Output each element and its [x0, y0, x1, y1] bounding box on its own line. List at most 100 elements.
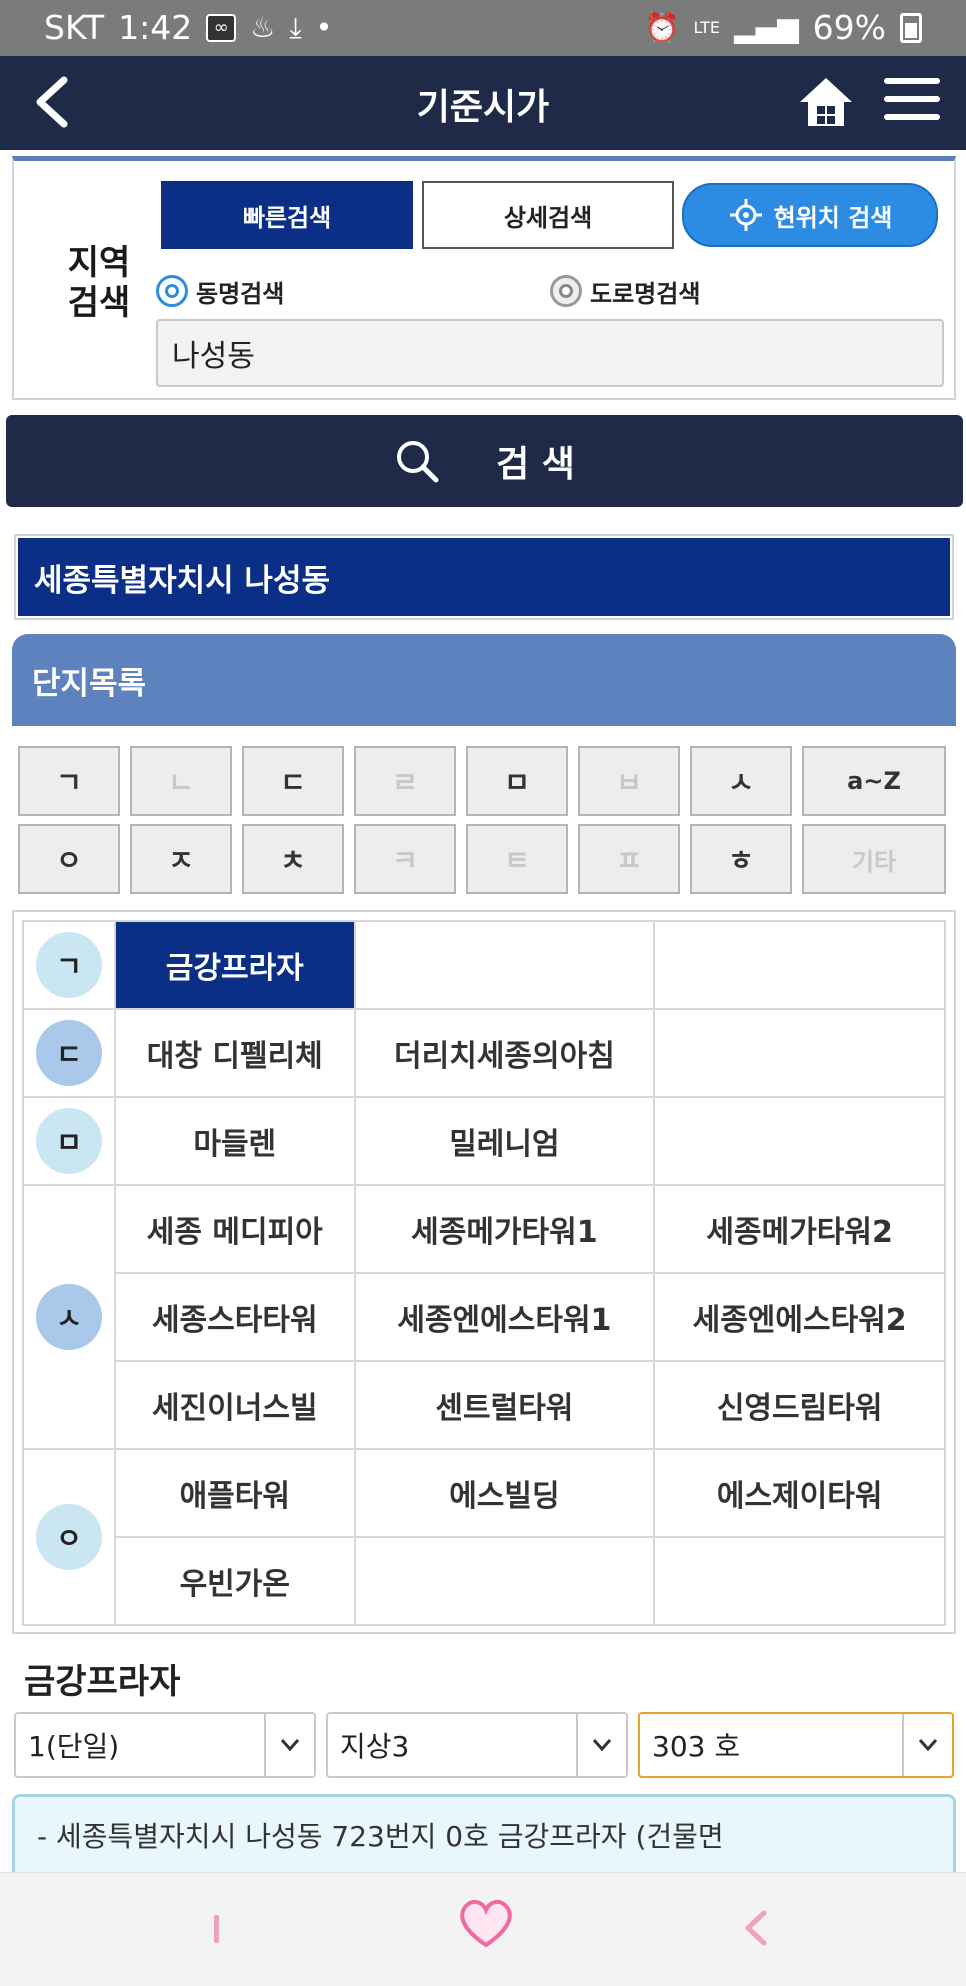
chevron-down-icon [902, 1714, 952, 1776]
key-bieup: ㅂ [578, 746, 680, 816]
complex-item[interactable]: 세종메가타워1 [353, 1184, 656, 1274]
heart-icon [460, 1899, 512, 1948]
home-icon [800, 78, 852, 126]
complex-item[interactable]: 밀레니엄 [353, 1096, 656, 1186]
complex-item[interactable]: 세종엔에스타워2 [653, 1272, 946, 1362]
complex-list-header: 단지목록 [12, 634, 956, 726]
table-row: ㅅ 세종 메디피아 세종메가타워1 세종메가타워2 [22, 1184, 946, 1450]
region-search-label: 지역 검색 [67, 243, 131, 323]
key-alphabet[interactable]: a~Z [802, 746, 946, 816]
infinity-icon: ∞ [206, 13, 237, 42]
app-header: 기준시가 [0, 56, 966, 150]
tab-detail-search[interactable]: 상세검색 [422, 181, 674, 249]
system-home-button[interactable] [456, 1895, 516, 1959]
building-address: - 세종특별자치시 나성동 723번지 0호 금강프라자 (건물면 [37, 1820, 724, 1853]
initial-badge-m: ㅁ [36, 1108, 102, 1174]
floor-select-value: 지상3 [340, 1730, 410, 1763]
tab-quick-search[interactable]: 빠른검색 [161, 181, 413, 249]
menu-icon [884, 114, 940, 120]
region-search-panel: 지역 검색 빠른검색 상세검색 현위치 검색 동명검색 도로명검색 나성동 [12, 156, 956, 400]
key-nieun: ㄴ [130, 746, 232, 816]
table-row: 우빈가온 [23, 1536, 946, 1626]
selected-building-name: 금강프라자 [24, 1662, 181, 1702]
chevron-down-icon [264, 1714, 314, 1776]
table-row: ㅁ 마들렌 밀레니엄 [22, 1096, 946, 1186]
table-row: 세진이너스빌 센트럴타워 신영드림타워 [23, 1360, 946, 1450]
initial-badge-d: ㄷ [36, 1020, 102, 1086]
battery-icon [900, 12, 922, 43]
key-giyeok[interactable]: ㄱ [18, 746, 120, 816]
unit-select-value: 303 호 [652, 1730, 741, 1763]
complex-item[interactable]: 금강프라자 [114, 920, 356, 1010]
complex-item[interactable]: 마들렌 [114, 1096, 356, 1186]
radio-road-search[interactable]: 도로명검색 [550, 271, 700, 311]
lte-icon: LTE [693, 17, 721, 37]
alarm-icon: ⏰ [644, 11, 680, 44]
search-button-label: 검 색 [496, 444, 575, 485]
crosshair-icon [729, 199, 762, 231]
selected-region-label: 세종특별자치시 나성동 [18, 538, 950, 616]
key-chieut[interactable]: ㅊ [242, 824, 344, 894]
complex-item[interactable]: 세진이너스빌 [114, 1360, 356, 1450]
initial-badge-g: ㄱ [36, 932, 102, 998]
unit-select[interactable]: 303 호 [638, 1712, 954, 1778]
key-rieul: ㄹ [354, 746, 456, 816]
dong-select[interactable]: 1(단일) [14, 1712, 316, 1778]
download-icon: ⤓ [289, 10, 302, 44]
time: 1:42 [118, 8, 193, 47]
key-ieung[interactable]: ㅇ [18, 824, 120, 894]
floor-select[interactable]: 지상3 [326, 1712, 628, 1778]
key-hieut[interactable]: ㅎ [690, 824, 792, 894]
battery-percent: 69% [812, 8, 886, 47]
menu-button[interactable] [884, 78, 940, 126]
complex-item[interactable]: 센트럴타워 [353, 1360, 656, 1450]
current-location-search-button[interactable]: 현위치 검색 [682, 183, 938, 247]
complex-grid: ㄱ 금강프라자 ㄷ 대창 디펠리체 더리치세종의아침 ㅁ 마들렌 밀레니엄 ㅅ … [12, 910, 956, 1634]
signal-icon: ▂▄▆ [734, 11, 799, 44]
initial-consonant-filter: ㄱ ㄴ ㄷ ㄹ ㅁ ㅂ ㅅ a~Z ㅇ ㅈ ㅊ ㅋ ㅌ ㅍ ㅎ 기타 [18, 746, 950, 902]
radio-dong-search[interactable]: 동명검색 [156, 271, 284, 311]
dot-icon: • [315, 11, 333, 44]
initial-badge-o: ㅇ [36, 1504, 102, 1570]
table-row: 세종스타타워 세종엔에스타워1 세종엔에스타워2 [23, 1272, 946, 1362]
key-pieup: ㅍ [578, 824, 680, 894]
table-row: ㅇ 애플타워 에스빌딩 에스제이타워 [22, 1448, 946, 1626]
key-tieut: ㅌ [466, 824, 568, 894]
complex-item[interactable]: 에스제이타워 [653, 1448, 946, 1538]
menu-icon [884, 78, 940, 84]
complex-item[interactable]: 에스빌딩 [353, 1448, 656, 1538]
recent-apps-button[interactable] [214, 1915, 219, 1943]
system-back-button[interactable] [736, 1903, 776, 1953]
complex-item[interactable]: 세종엔에스타워1 [353, 1272, 656, 1362]
complex-item[interactable]: 신영드림타워 [653, 1360, 946, 1450]
key-siot[interactable]: ㅅ [690, 746, 792, 816]
table-row: ㄱ 금강프라자 [22, 920, 946, 1010]
notification-icon: ♨ [250, 11, 276, 44]
complex-item[interactable]: 더리치세종의아침 [353, 1008, 656, 1098]
complex-item[interactable]: 세종 메디피아 [114, 1184, 356, 1274]
complex-item[interactable]: 세종메가타워2 [653, 1184, 946, 1274]
complex-item[interactable]: 대창 디펠리체 [114, 1008, 356, 1098]
key-jieut[interactable]: ㅈ [130, 824, 232, 894]
complex-item[interactable]: 애플타워 [114, 1448, 356, 1538]
home-button[interactable] [796, 74, 856, 130]
dong-select-value: 1(단일) [28, 1730, 120, 1763]
initial-badge-s: ㅅ [36, 1284, 102, 1350]
unit-selectors: 1(단일) 지상3 303 호 [14, 1712, 954, 1778]
carrier: SKT [44, 8, 105, 47]
key-mieum[interactable]: ㅁ [466, 746, 568, 816]
search-icon [397, 441, 439, 483]
key-digeut[interactable]: ㄷ [242, 746, 344, 816]
radio-selected-icon [156, 275, 188, 307]
complex-item[interactable]: 세종스타타워 [114, 1272, 356, 1362]
complex-item[interactable]: 우빈가온 [114, 1536, 356, 1626]
key-other: 기타 [802, 824, 946, 894]
search-button[interactable]: 검 색 [6, 415, 963, 507]
radio-dong-label: 동명검색 [196, 279, 285, 308]
menu-icon [884, 96, 940, 102]
table-row: ㄷ 대창 디펠리체 더리치세종의아침 [22, 1008, 946, 1098]
key-kieuk: ㅋ [354, 824, 456, 894]
search-input[interactable]: 나성동 [156, 319, 944, 387]
status-bar: SKT 1:42 ∞ ♨ ⤓ • ⏰ LTE ▂▄▆ 69% [0, 0, 966, 56]
current-location-label: 현위치 검색 [773, 203, 893, 232]
